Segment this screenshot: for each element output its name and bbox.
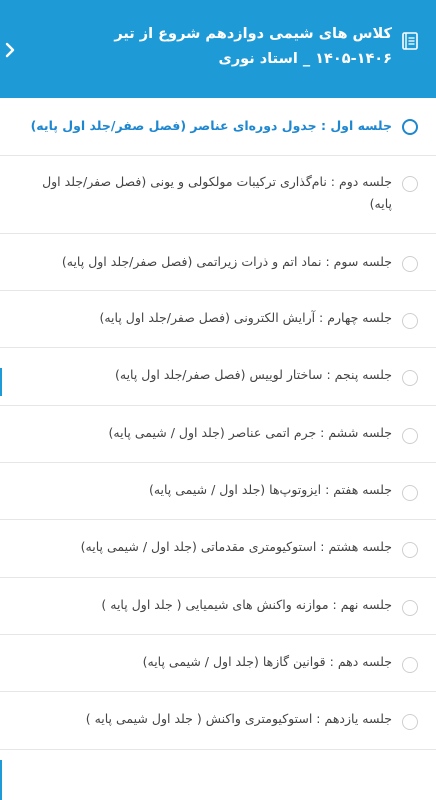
lesson-label: جلسه پنجم : ساختار لوییس (فصل صفر/جلد او… <box>114 367 392 382</box>
course-title: کلاس های شیمی دوازدهم شروع از تیر ۱۴۰۶-۱… <box>114 26 392 67</box>
radio-selected-icon[interactable] <box>402 119 418 135</box>
radio-icon[interactable] <box>402 600 418 616</box>
radio-icon[interactable] <box>402 256 418 272</box>
lesson-label: جلسه یازدهم : استوکیومتری واکنش ( جلد او… <box>85 711 392 726</box>
lesson-item[interactable]: جلسه اول : جدول دوره‌ای عناصر (فصل صفر/ج… <box>0 98 436 156</box>
lesson-item[interactable]: جلسه سوم : نماد اتم و ذرات زیراتمی (فصل … <box>0 234 436 291</box>
radio-icon[interactable] <box>402 714 418 730</box>
left-edge-indicator <box>0 760 2 800</box>
lesson-label: جلسه هشتم : استوکیومتری مقدماتی (جلد اول… <box>80 539 392 554</box>
book-icon <box>402 32 418 50</box>
lesson-label: جلسه ششم : جرم اتمی عناصر (جلد اول / شیم… <box>108 425 392 440</box>
lesson-item[interactable]: جلسه چهارم : آرایش الکترونی (فصل صفر/جلد… <box>0 291 436 348</box>
radio-icon[interactable] <box>402 370 418 386</box>
lesson-item[interactable]: جلسه ششم : جرم اتمی عناصر (جلد اول / شیم… <box>0 406 436 463</box>
lesson-label: جلسه سوم : نماد اتم و ذرات زیراتمی (فصل … <box>61 254 392 269</box>
lesson-list: جلسه اول : جدول دوره‌ای عناصر (فصل صفر/ج… <box>0 98 436 750</box>
lesson-label: جلسه هفتم : ایزوتوپ‌ها (جلد اول / شیمی پ… <box>148 482 392 497</box>
radio-icon[interactable] <box>402 313 418 329</box>
lesson-label: جلسه چهارم : آرایش الکترونی (فصل صفر/جلد… <box>99 310 392 325</box>
lesson-item[interactable]: جلسه دوم : نام‌گذاری ترکیبات مولکولی و ی… <box>0 156 436 234</box>
lesson-label: جلسه دهم : قوانین گازها (جلد اول / شیمی … <box>142 654 392 669</box>
radio-icon[interactable] <box>402 428 418 444</box>
lesson-item[interactable]: جلسه یازدهم : استوکیومتری واکنش ( جلد او… <box>0 692 436 750</box>
lesson-label: جلسه دوم : نام‌گذاری ترکیبات مولکولی و ی… <box>42 174 392 211</box>
lesson-item[interactable]: جلسه دهم : قوانین گازها (جلد اول / شیمی … <box>0 635 436 692</box>
lesson-item[interactable]: جلسه هفتم : ایزوتوپ‌ها (جلد اول / شیمی پ… <box>0 463 436 520</box>
lesson-label: جلسه نهم : موازنه واکنش های شیمیایی ( جل… <box>101 597 392 612</box>
chevron-right-icon[interactable] <box>4 40 16 60</box>
radio-icon[interactable] <box>402 176 418 192</box>
radio-icon[interactable] <box>402 485 418 501</box>
lesson-item[interactable]: جلسه هشتم : استوکیومتری مقدماتی (جلد اول… <box>0 520 436 578</box>
lesson-item[interactable]: جلسه پنجم : ساختار لوییس (فصل صفر/جلد او… <box>0 348 436 406</box>
lesson-item[interactable]: جلسه نهم : موازنه واکنش های شیمیایی ( جل… <box>0 578 436 635</box>
lesson-label: جلسه اول : جدول دوره‌ای عناصر (فصل صفر/ج… <box>30 118 392 133</box>
app-header: کلاس های شیمی دوازدهم شروع از تیر ۱۴۰۶-۱… <box>0 0 436 98</box>
radio-icon[interactable] <box>402 657 418 673</box>
radio-icon[interactable] <box>402 542 418 558</box>
left-edge-indicator <box>0 368 2 396</box>
